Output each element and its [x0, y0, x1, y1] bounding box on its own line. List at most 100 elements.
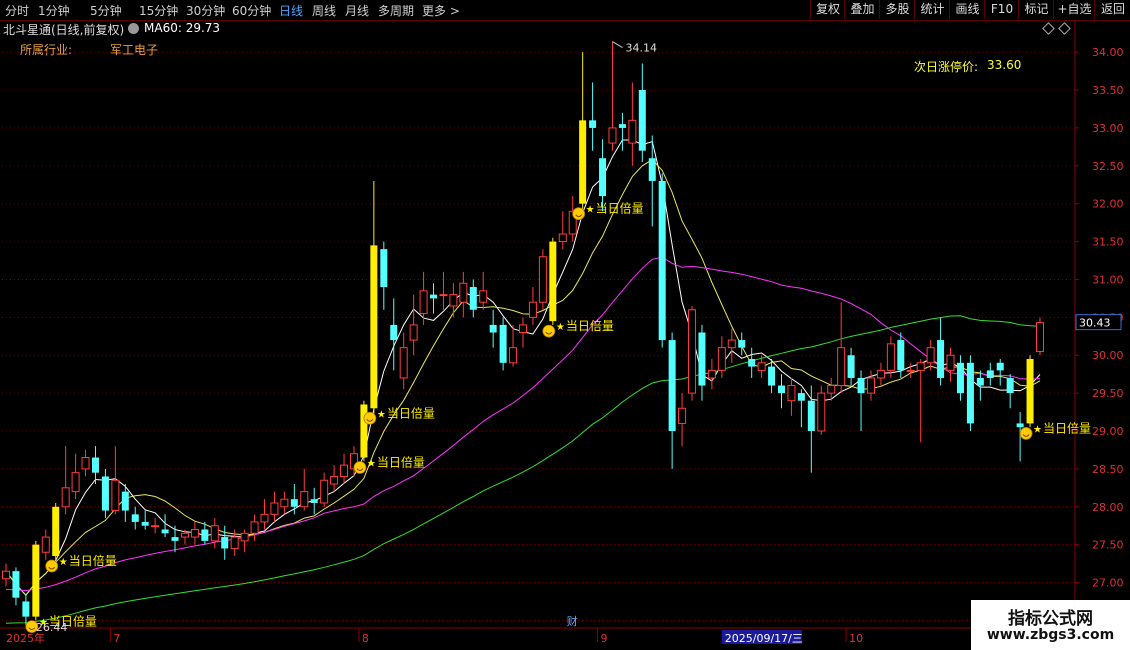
ma-line-30: [5, 256, 1041, 592]
candle: [1016, 412, 1024, 462]
candle-body: [290, 499, 298, 507]
candle: [310, 487, 318, 515]
period-more[interactable]: 更多 >: [422, 2, 460, 19]
candle: [658, 173, 666, 348]
candle: [370, 180, 378, 416]
candle-body: [579, 120, 587, 204]
candle-body: [380, 249, 388, 288]
fuquan-button[interactable]: 复权: [810, 0, 845, 19]
candle: [807, 385, 815, 473]
smile-mouth: [575, 214, 583, 218]
candle-body: [509, 347, 518, 364]
candle: [300, 468, 309, 511]
period-weekly[interactable]: 周线: [312, 2, 336, 19]
candle: [837, 302, 846, 394]
candle: [459, 271, 468, 318]
candle-body: [201, 529, 209, 541]
candle-body: [768, 366, 776, 386]
f10-button[interactable]: F10: [984, 0, 1019, 19]
candle-body: [469, 287, 477, 310]
candle: [778, 374, 785, 409]
candle-body: [876, 369, 885, 379]
candle: [270, 491, 279, 522]
candle-body: [190, 529, 199, 538]
period-60min[interactable]: 60分钟: [232, 2, 271, 19]
candle-body: [91, 457, 99, 473]
y-tick-label: 31.00: [1092, 273, 1124, 286]
candle: [827, 377, 836, 401]
y-tick-label: 34.00: [1092, 46, 1124, 59]
candle: [2, 563, 10, 587]
high-pointer: [612, 41, 623, 48]
candle-body: [399, 347, 408, 379]
candle-body: [171, 537, 179, 541]
candle: [707, 359, 716, 390]
last-price-box: [1075, 314, 1122, 331]
candle: [360, 400, 368, 462]
smiley-icon: [45, 559, 59, 573]
candle: [221, 525, 229, 560]
candle-body: [180, 532, 189, 538]
candle-body: [648, 158, 656, 181]
candle: [1006, 374, 1014, 409]
multi-stock-button[interactable]: 多股: [879, 0, 915, 19]
candle-body: [906, 369, 915, 372]
candle: [886, 336, 895, 378]
period-multi[interactable]: 多周期: [378, 2, 414, 19]
period-30min[interactable]: 30分钟: [186, 2, 225, 19]
candle: [638, 63, 646, 163]
candle-body: [101, 476, 109, 511]
period-1min[interactable]: 1分钟: [38, 2, 70, 19]
candle: [1036, 317, 1044, 356]
back-button[interactable]: 返回: [1094, 0, 1130, 19]
candle-body: [658, 180, 666, 341]
candle-body: [976, 377, 984, 386]
y-tick-label: 28.00: [1092, 501, 1124, 514]
mark-button[interactable]: 标记: [1018, 0, 1054, 19]
y-tick-label: 30.50: [1092, 311, 1124, 324]
candlestick-chart[interactable]: ★ 当日倍量★ 当日倍量★ 当日倍量★ 当日倍量★ 当日倍量★ 当日倍量★ 当日倍量34.14…: [0, 0, 1130, 650]
indicator-dropdown-icon[interactable]: [128, 23, 139, 34]
candle: [678, 393, 687, 447]
period-5min[interactable]: 5分钟: [90, 2, 122, 19]
candle-body: [280, 498, 289, 508]
candle: [757, 355, 766, 378]
statistics-button[interactable]: 统计: [914, 0, 950, 19]
candle-body: [966, 362, 974, 424]
x-month-label: 9: [601, 632, 608, 645]
period-daily[interactable]: 日线: [279, 2, 303, 19]
candle: [549, 237, 557, 325]
candle-body: [71, 472, 80, 493]
smiley-icon: [572, 207, 586, 221]
y-tick-label: 32.50: [1092, 160, 1124, 173]
candle: [509, 324, 518, 367]
candle: [151, 518, 160, 534]
candle: [489, 309, 497, 348]
candle-body: [827, 385, 836, 394]
signal-label: 当日倍量: [387, 405, 435, 420]
candle: [12, 567, 20, 606]
period-monthly[interactable]: 月线: [345, 2, 369, 19]
candle: [738, 332, 746, 356]
y-tick-label: 29.50: [1092, 387, 1124, 400]
candle-body: [1016, 423, 1024, 428]
overlay-button[interactable]: 叠加: [844, 0, 880, 19]
candle: [876, 362, 885, 386]
candle: [906, 362, 915, 378]
candle-body: [748, 359, 756, 367]
add-favorite-button[interactable]: +自选: [1053, 0, 1095, 19]
period-fenshi[interactable]: 分时: [5, 2, 29, 19]
candle-body: [757, 362, 766, 371]
candle-body: [230, 536, 239, 549]
candle-body: [390, 324, 398, 341]
candle-body: [638, 90, 646, 151]
candle-body: [807, 400, 815, 431]
candle: [589, 82, 597, 151]
candle: [349, 446, 358, 477]
signal-label: 当日倍量: [1043, 420, 1091, 435]
candle-body: [22, 601, 30, 617]
period-15min[interactable]: 15分钟: [139, 2, 178, 19]
ma60-label: MA60: 29.73: [144, 21, 221, 35]
stock-title: 北斗星通(日线,前复权): [3, 23, 125, 37]
draw-line-button[interactable]: 画线: [949, 0, 985, 19]
